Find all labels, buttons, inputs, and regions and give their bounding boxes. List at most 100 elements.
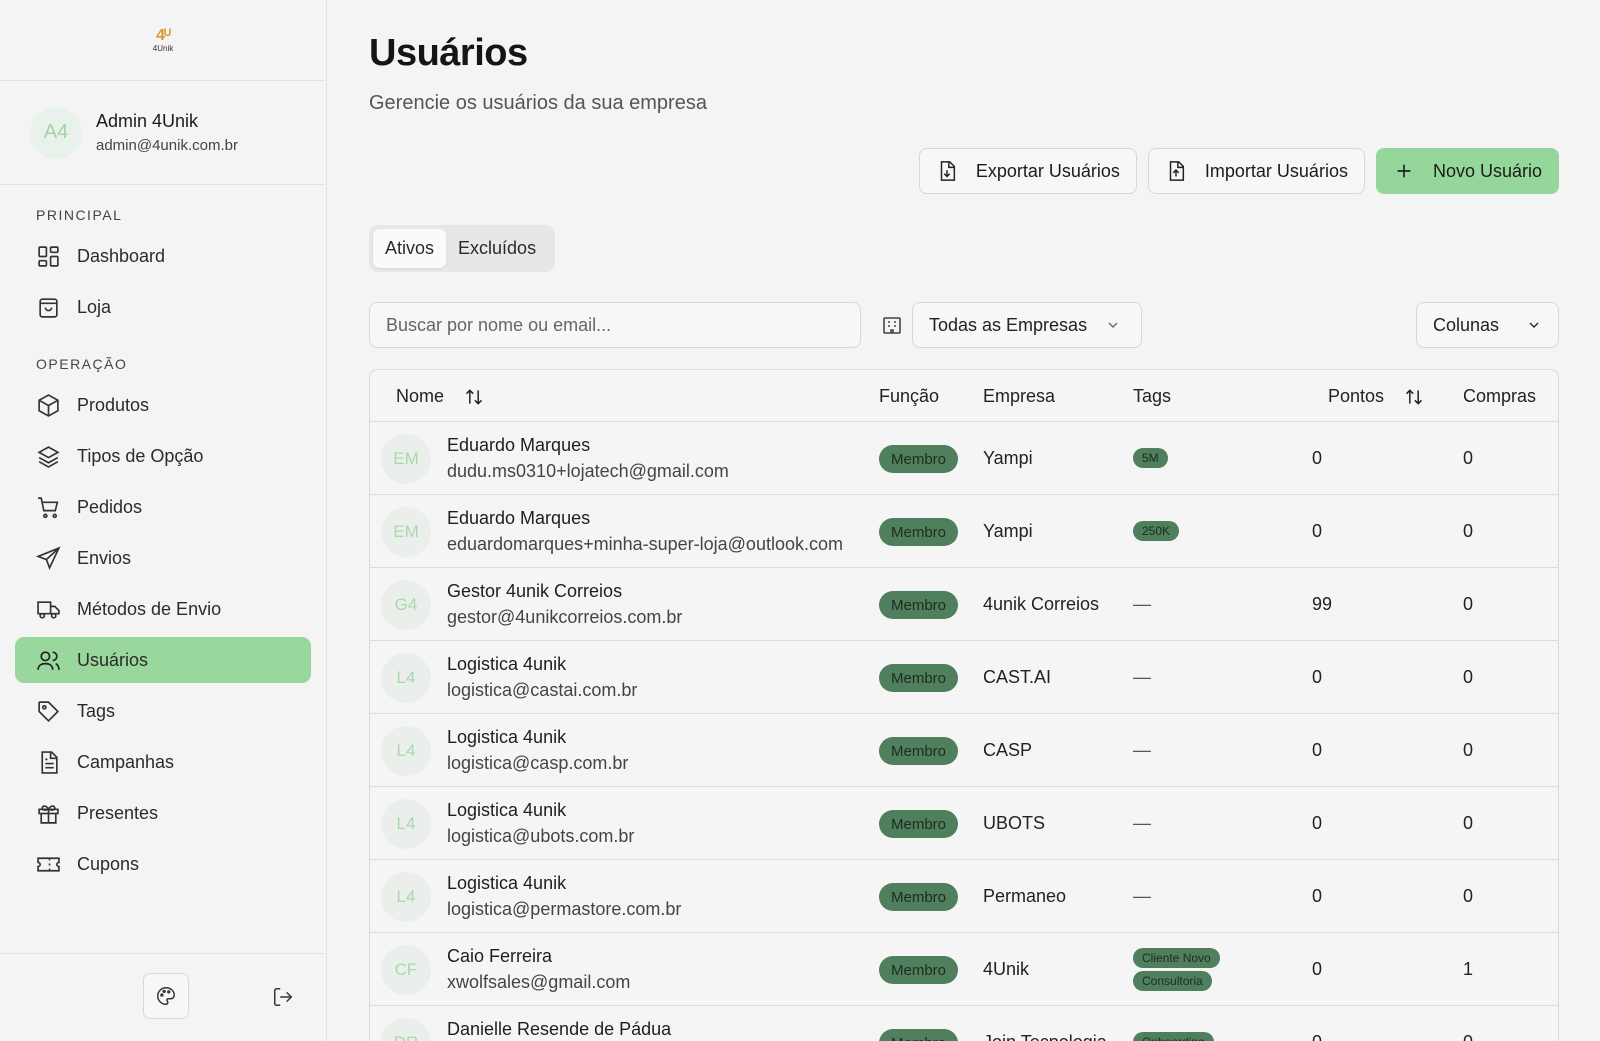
layers-icon: [37, 445, 60, 468]
user-name: Gestor 4unik Correios: [447, 581, 623, 601]
points-cell: 0: [1312, 740, 1323, 760]
empty-tags: —: [1133, 813, 1151, 833]
points-cell: 0: [1312, 448, 1323, 468]
table-row[interactable]: L4 Logistica 4unik logistica@permastore.co…: [370, 860, 1558, 933]
purchases-cell: 0: [1463, 1032, 1473, 1041]
sidebar-item-tags[interactable]: Tags: [15, 688, 311, 734]
column-header-name[interactable]: Nome: [396, 386, 484, 407]
empty-tags: —: [1133, 594, 1151, 614]
company-cell: Permaneo: [983, 886, 1067, 906]
points-cell: 0: [1312, 959, 1323, 979]
logout-icon: [274, 988, 293, 1006]
avatar: EM: [381, 434, 431, 484]
sidebar-item-produtos[interactable]: Produtos: [15, 382, 311, 428]
tag-badge: 5M: [1133, 448, 1168, 468]
sidebar-item-dashboard[interactable]: Dashboard: [15, 233, 311, 279]
company-select[interactable]: Todas as Empresas: [912, 302, 1142, 348]
role-badge: Membro: [879, 518, 959, 546]
table-row[interactable]: CF Caio Ferreira xwolfsales@gmail.com Membr…: [370, 933, 1558, 1006]
import-users-button[interactable]: Importar Usuários: [1147, 148, 1365, 194]
ticket-icon: [37, 856, 60, 872]
avatar: A4: [30, 106, 82, 159]
truck-icon: [37, 600, 60, 619]
logo-text: 4Unik: [152, 43, 174, 53]
company-cell: Yampi: [983, 521, 1033, 541]
tab-ativos[interactable]: Ativos: [373, 229, 447, 268]
page-actions: Exportar Usuários Importar Usuários Novo…: [918, 148, 1559, 194]
company-cell: CAST.AI: [983, 667, 1052, 687]
table-row[interactable]: DR Danielle Resende de Pádua Membro Join Te…: [370, 1006, 1558, 1041]
sidebar-item-envios[interactable]: Envios: [15, 535, 311, 581]
import-users-label: Importar Usuários: [1204, 160, 1348, 181]
user-email: logistica@ubots.com.br: [447, 826, 635, 846]
empty-tags: —: [1133, 667, 1151, 687]
role-badge: Membro: [879, 1029, 959, 1041]
column-header-points[interactable]: Pontos: [1328, 386, 1424, 407]
sidebar-item-label: Presentes: [77, 802, 159, 823]
sidebar: 4ᵁ 4Unik A4 Admin 4Unik admin@4unik.com.…: [0, 0, 327, 1041]
purchases-cell: 1: [1463, 959, 1474, 979]
tags-cell: 5M: [1133, 448, 1168, 468]
search-input[interactable]: [369, 302, 861, 348]
users-table: Nome Função Empresa Tags Pontos Compras …: [369, 369, 1559, 1041]
plus-icon: [1397, 164, 1411, 178]
sidebar-item-usuarios[interactable]: Usuários: [15, 637, 311, 683]
column-tags-label: Tags: [1133, 386, 1172, 406]
nav-heading-operacao: OPERAÇÃO: [36, 356, 128, 372]
palette-icon: [157, 987, 175, 1005]
tab-excluidos[interactable]: Excluídos: [446, 229, 548, 268]
points-cell: 0: [1312, 886, 1323, 906]
sidebar-item-cupons[interactable]: Cupons: [15, 841, 311, 887]
user-name: Logistica 4unik: [447, 800, 567, 820]
cart-icon: [38, 496, 59, 518]
company-cell: 4unik Correios: [983, 594, 1100, 614]
purchases-cell: 0: [1463, 813, 1474, 833]
sort-icon[interactable]: [1404, 387, 1424, 407]
logout-button[interactable]: [270, 984, 296, 1010]
purchases-cell: 0: [1463, 521, 1474, 541]
column-header-purchases: Compras: [1463, 386, 1536, 407]
sidebar-item-label: Produtos: [77, 394, 150, 415]
user-name: Caio Ferreira: [447, 946, 553, 966]
brand-logo[interactable]: 4ᵁ 4Unik: [146, 23, 180, 57]
file-text-icon: [41, 750, 58, 774]
user-email: xwolfsales@gmail.com: [447, 972, 631, 992]
new-user-button[interactable]: Novo Usuário: [1375, 148, 1559, 194]
company-cell: Join Tecnologia: [983, 1032, 1107, 1041]
columns-select[interactable]: Colunas: [1416, 302, 1559, 348]
dashboard-icon: [38, 245, 59, 267]
user-email: gestor@4unikcorreios.com.br: [447, 607, 683, 627]
sidebar-item-loja[interactable]: Loja: [15, 284, 311, 330]
table-row[interactable]: EM Eduardo Marques eduardomarques+minha-su…: [370, 495, 1558, 568]
user-profile[interactable]: A4 Admin 4Unik admin@4unik.com.br: [0, 81, 326, 185]
empty-tags: —: [1133, 886, 1151, 906]
table-row[interactable]: EM Eduardo Marques dudu.ms0310+lojatech@gm…: [370, 422, 1558, 495]
sidebar-item-label: Campanhas: [77, 751, 175, 772]
sidebar-item-label: Tags: [77, 700, 116, 721]
export-users-button[interactable]: Exportar Usuários: [918, 148, 1137, 194]
sort-icon[interactable]: [464, 387, 484, 407]
role-badge: Membro: [879, 445, 959, 473]
sidebar-item-metodos-de-envio[interactable]: Métodos de Envio: [15, 586, 311, 632]
tag-badge: Consultoria: [1133, 971, 1212, 991]
sidebar-item-pedidos[interactable]: Pedidos: [15, 484, 311, 530]
shopping-bag-icon: [39, 297, 58, 318]
file-upload-icon: [1169, 161, 1184, 181]
box-icon: [38, 393, 59, 417]
chevron-down-icon: [1108, 322, 1118, 328]
theme-button[interactable]: [143, 973, 189, 1019]
empty-tags: —: [1133, 740, 1151, 760]
column-role-label: Função: [879, 386, 940, 406]
sidebar-item-presentes[interactable]: Presentes: [15, 790, 311, 836]
sidebar-item-tipos-de-opcao[interactable]: Tipos de Opção: [15, 433, 311, 479]
table-row[interactable]: L4 Logistica 4unik logistica@casp.com.br Me…: [370, 714, 1558, 787]
table-row[interactable]: L4 Logistica 4unik logistica@castai.com.br…: [370, 641, 1558, 714]
logo-area: 4ᵁ 4Unik: [0, 0, 326, 81]
sidebar-item-campanhas[interactable]: Campanhas: [15, 739, 311, 785]
table-row[interactable]: G4 Gestor 4unik Correios gestor@4unikcorre…: [370, 568, 1558, 641]
table-row[interactable]: L4 Logistica 4unik logistica@ubots.com.br M…: [370, 787, 1558, 860]
column-points-label: Pontos: [1328, 386, 1385, 406]
profile-email: admin@4unik.com.br: [96, 137, 238, 154]
role-badge: Membro: [879, 883, 959, 911]
tags-cell: 250K: [1133, 521, 1180, 541]
